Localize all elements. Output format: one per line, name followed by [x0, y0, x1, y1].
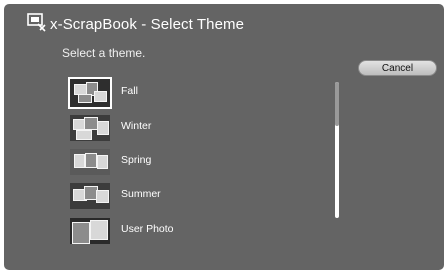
cancel-button[interactable]: Cancel	[358, 60, 437, 76]
theme-label-spring: Spring	[121, 154, 152, 166]
theme-item-summer[interactable]: Summer	[68, 180, 308, 214]
theme-select-screen: x-ScrapBook - Select Theme Select a them…	[4, 4, 444, 270]
scrapbook-app-icon	[27, 13, 46, 32]
theme-item-spring[interactable]: Spring	[68, 146, 308, 180]
theme-label-user-photo: User Photo	[121, 223, 174, 235]
spring-thumbnail-image	[70, 149, 110, 175]
page-title: x-ScrapBook - Select Theme	[50, 15, 245, 33]
theme-label-winter: Winter	[121, 120, 152, 132]
title-bar: x-ScrapBook - Select Theme	[26, 12, 244, 36]
theme-item-winter[interactable]: Winter	[68, 112, 308, 146]
theme-item-fall[interactable]: Fall	[68, 77, 308, 111]
theme-label-summer: Summer	[121, 188, 161, 200]
winter-thumbnail-image	[70, 115, 110, 141]
select-theme-prompt: Select a theme.	[62, 46, 146, 60]
scrollbar-thumb[interactable]	[335, 82, 339, 126]
user-photo-thumbnail-image	[70, 218, 110, 244]
theme-item-user-photo[interactable]: User Photo	[68, 215, 308, 249]
theme-list-scrollbar[interactable]	[335, 82, 339, 218]
summer-thumbnail-image	[70, 183, 110, 209]
theme-label-fall: Fall	[121, 85, 138, 97]
fall-thumbnail-image	[68, 77, 112, 109]
